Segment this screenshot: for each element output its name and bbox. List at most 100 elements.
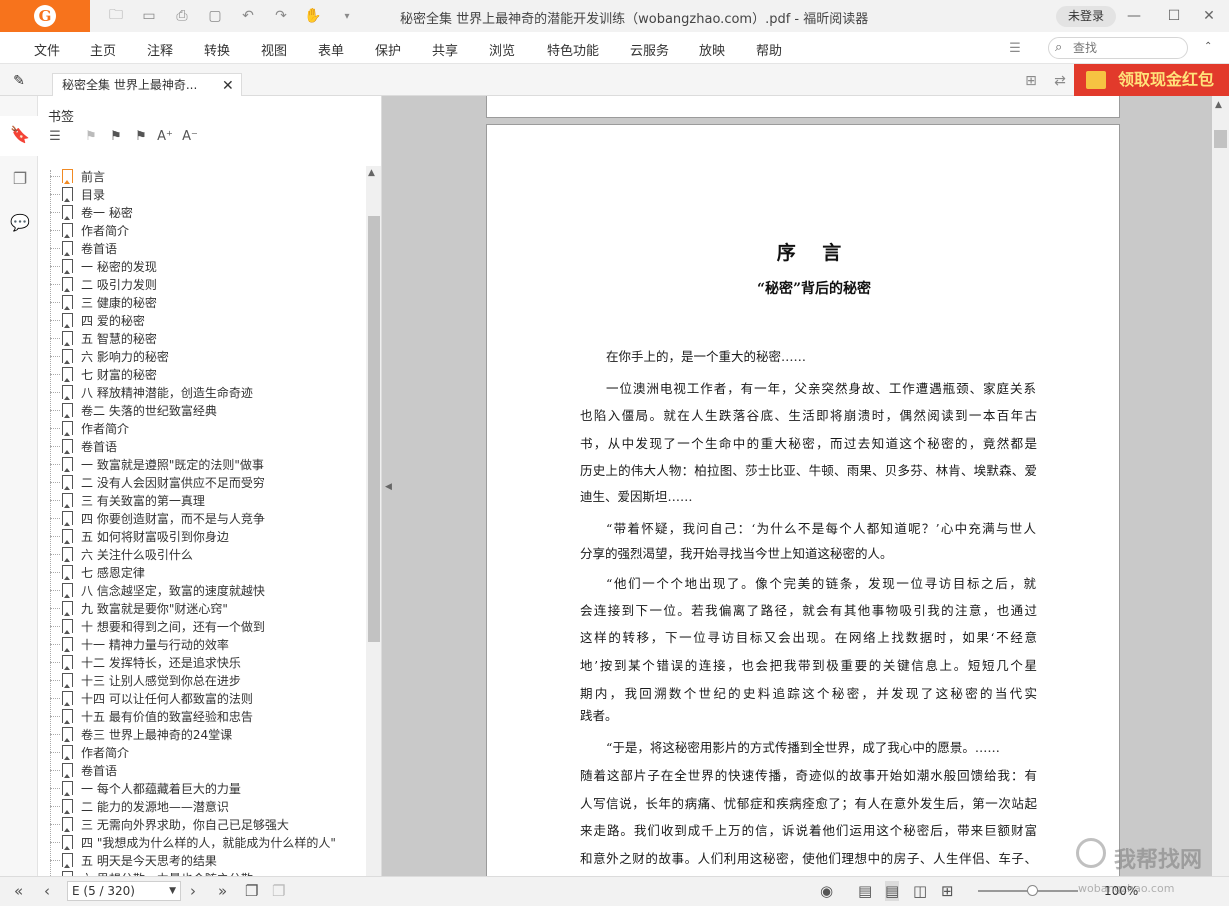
- bookmark-item[interactable]: 六 思想分散，力量也会随之分散: [48, 869, 366, 876]
- zoom-slider-knob[interactable]: [1027, 885, 1038, 896]
- document-scrollbar[interactable]: [1212, 96, 1229, 876]
- bookmark-item[interactable]: 作者简介: [48, 419, 366, 437]
- bookmark-item[interactable]: 十三 让别人感觉到你总在进步: [48, 671, 366, 689]
- save-icon[interactable]: ▭: [140, 7, 158, 25]
- bookmark-item[interactable]: 八 信念越坚定，致富的速度就越快: [48, 581, 366, 599]
- bookmark-item[interactable]: 十 想要和得到之间，还有一个做到: [48, 617, 366, 635]
- search-input[interactable]: [1073, 40, 1183, 56]
- next-page-icon[interactable]: ›: [190, 881, 196, 901]
- bookmark-item[interactable]: 五 智慧的秘密: [48, 329, 366, 347]
- bookmark-item[interactable]: 一 每个人都蕴藏着巨大的力量: [48, 779, 366, 797]
- bookmark-item[interactable]: 作者简介: [48, 221, 366, 239]
- previous-page-icon[interactable]: ‹: [44, 881, 50, 901]
- reading-mode-icon[interactable]: ◉: [820, 881, 833, 901]
- menu-convert[interactable]: 转换: [204, 40, 230, 59]
- app-logo[interactable]: G: [0, 0, 90, 32]
- bookmark-item[interactable]: 卷二 失落的世纪致富经典: [48, 401, 366, 419]
- bookmark-item[interactable]: 卷一 秘密: [48, 203, 366, 221]
- bookmark-item[interactable]: 三 健康的秘密: [48, 293, 366, 311]
- close-tab-icon[interactable]: ✕: [222, 78, 234, 94]
- delete-bookmark-icon[interactable]: ⚑: [132, 128, 150, 146]
- ribbon-collapse-icon[interactable]: ⌃: [1204, 41, 1212, 52]
- collapse-panel-icon[interactable]: ◀: [385, 482, 392, 492]
- open-folder-icon[interactable]: 🗀: [107, 7, 125, 25]
- bookmark-item[interactable]: 三 有关致富的第一真理: [48, 491, 366, 509]
- single-page-icon[interactable]: ▤: [858, 881, 872, 901]
- document-tab[interactable]: 秘密全集 世界上最神奇...: [52, 73, 242, 97]
- bookmark-panel-icon[interactable]: 🔖: [9, 124, 31, 146]
- bookmark-item[interactable]: 七 感恩定律: [48, 563, 366, 581]
- bookmark-item[interactable]: 六 影响力的秘密: [48, 347, 366, 365]
- copy-page-icon[interactable]: ❐: [245, 881, 258, 901]
- bookmark-item[interactable]: 卷首语: [48, 239, 366, 257]
- bookmark-item[interactable]: 二 能力的发源地——潜意识: [48, 797, 366, 815]
- increase-font-icon[interactable]: A⁺: [156, 128, 174, 146]
- bookmark-item[interactable]: 卷首语: [48, 761, 366, 779]
- close-window-button[interactable]: ✕: [1199, 6, 1219, 26]
- menu-share[interactable]: 共享: [432, 40, 458, 59]
- facing-page-icon[interactable]: ◫: [913, 881, 927, 901]
- pages-panel-icon[interactable]: ❐: [9, 168, 31, 190]
- last-page-icon[interactable]: »: [218, 881, 227, 901]
- new-bookmark-icon[interactable]: ⚑: [107, 128, 125, 146]
- bookmark-item[interactable]: 十一 精神力量与行动的效率: [48, 635, 366, 653]
- bookmark-item[interactable]: 五 如何将财富吸引到你身边: [48, 527, 366, 545]
- bookmark-item[interactable]: 一 秘密的发现: [48, 257, 366, 275]
- bookmark-item[interactable]: 十五 最有价值的致富经验和忠告: [48, 707, 366, 725]
- menu-view[interactable]: 视图: [261, 40, 287, 59]
- first-page-icon[interactable]: «: [14, 881, 23, 901]
- bookmark-item[interactable]: 一 致富就是遵照"既定的法则"做事: [48, 455, 366, 473]
- new-document-icon[interactable]: ▢: [206, 7, 224, 25]
- minimize-button[interactable]: —: [1124, 6, 1144, 26]
- bookmark-item[interactable]: 四 "我想成为什么样的人，就能成为什么样的人": [48, 833, 366, 851]
- bookmark-item[interactable]: 九 致富就是要你"财迷心窍": [48, 599, 366, 617]
- maximize-button[interactable]: ☐: [1164, 6, 1184, 26]
- edit-pen-icon[interactable]: ✎: [10, 72, 28, 90]
- bookmark-item[interactable]: 七 财富的秘密: [48, 365, 366, 383]
- panel-scroll-thumb[interactable]: [368, 216, 380, 642]
- undo-icon[interactable]: ↶: [239, 7, 257, 25]
- bookmark-item[interactable]: 四 你要创造财富，而不是与人竞争: [48, 509, 366, 527]
- bookmark-item[interactable]: 六 关注什么吸引什么: [48, 545, 366, 563]
- customize-toolbar-icon[interactable]: ▾: [338, 7, 356, 25]
- menu-file[interactable]: 文件: [34, 40, 60, 59]
- search-options-icon[interactable]: ☰: [1006, 39, 1024, 57]
- cash-red-packet-banner[interactable]: 领取现金红包: [1074, 64, 1229, 96]
- login-button[interactable]: 未登录: [1056, 6, 1116, 27]
- bookmark-item[interactable]: 卷三 世界上最神奇的24堂课: [48, 725, 366, 743]
- continuous-page-icon[interactable]: ▤: [885, 881, 900, 901]
- menu-browse[interactable]: 浏览: [489, 40, 515, 59]
- bookmark-item[interactable]: 四 爱的秘密: [48, 311, 366, 329]
- decrease-font-icon[interactable]: A⁻: [181, 128, 199, 146]
- menu-comment[interactable]: 注释: [147, 40, 173, 59]
- page-selector[interactable]: E (5 / 320) ▼: [67, 881, 181, 901]
- bookmark-item[interactable]: 卷首语: [48, 437, 366, 455]
- paste-page-icon[interactable]: ❐: [272, 881, 285, 901]
- menu-help[interactable]: 帮助: [756, 40, 782, 59]
- bookmark-item[interactable]: 八 释放精神潜能，创造生命奇迹: [48, 383, 366, 401]
- menu-home[interactable]: 主页: [90, 40, 116, 59]
- menu-protect[interactable]: 保护: [375, 40, 401, 59]
- add-bookmark-icon[interactable]: ⚑: [82, 128, 100, 146]
- bookmark-item[interactable]: 十四 可以让任何人都致富的法则: [48, 689, 366, 707]
- menu-cloud[interactable]: 云服务: [630, 40, 669, 59]
- search-box[interactable]: ⌕: [1048, 37, 1188, 59]
- menu-features[interactable]: 特色功能: [547, 40, 599, 59]
- bookmark-item[interactable]: 三 无需向外界求助，你自己已足够强大: [48, 815, 366, 833]
- tab-switch-icon[interactable]: ⇄: [1051, 72, 1069, 90]
- bookmark-item[interactable]: 目录: [48, 185, 366, 203]
- continuous-facing-icon[interactable]: ⊞: [941, 881, 954, 901]
- menu-slideshow[interactable]: 放映: [699, 40, 725, 59]
- redo-icon[interactable]: ↷: [272, 7, 290, 25]
- bookmark-item[interactable]: 十二 发挥特长，还是追求快乐: [48, 653, 366, 671]
- bookmark-item[interactable]: 五 明天是今天思考的结果: [48, 851, 366, 869]
- comments-panel-icon[interactable]: 💬: [9, 212, 31, 234]
- bookmark-item[interactable]: 前言: [48, 167, 366, 185]
- menu-form[interactable]: 表单: [318, 40, 344, 59]
- print-icon[interactable]: ⎙: [173, 7, 191, 25]
- hand-tool-icon[interactable]: ✋: [304, 7, 322, 25]
- doc-scroll-up-icon[interactable]: ▲: [1215, 100, 1222, 110]
- expand-all-icon[interactable]: ☰: [46, 128, 64, 146]
- layout-grid-icon[interactable]: ⊞: [1022, 72, 1040, 90]
- bookmark-item[interactable]: 二 吸引力发则: [48, 275, 366, 293]
